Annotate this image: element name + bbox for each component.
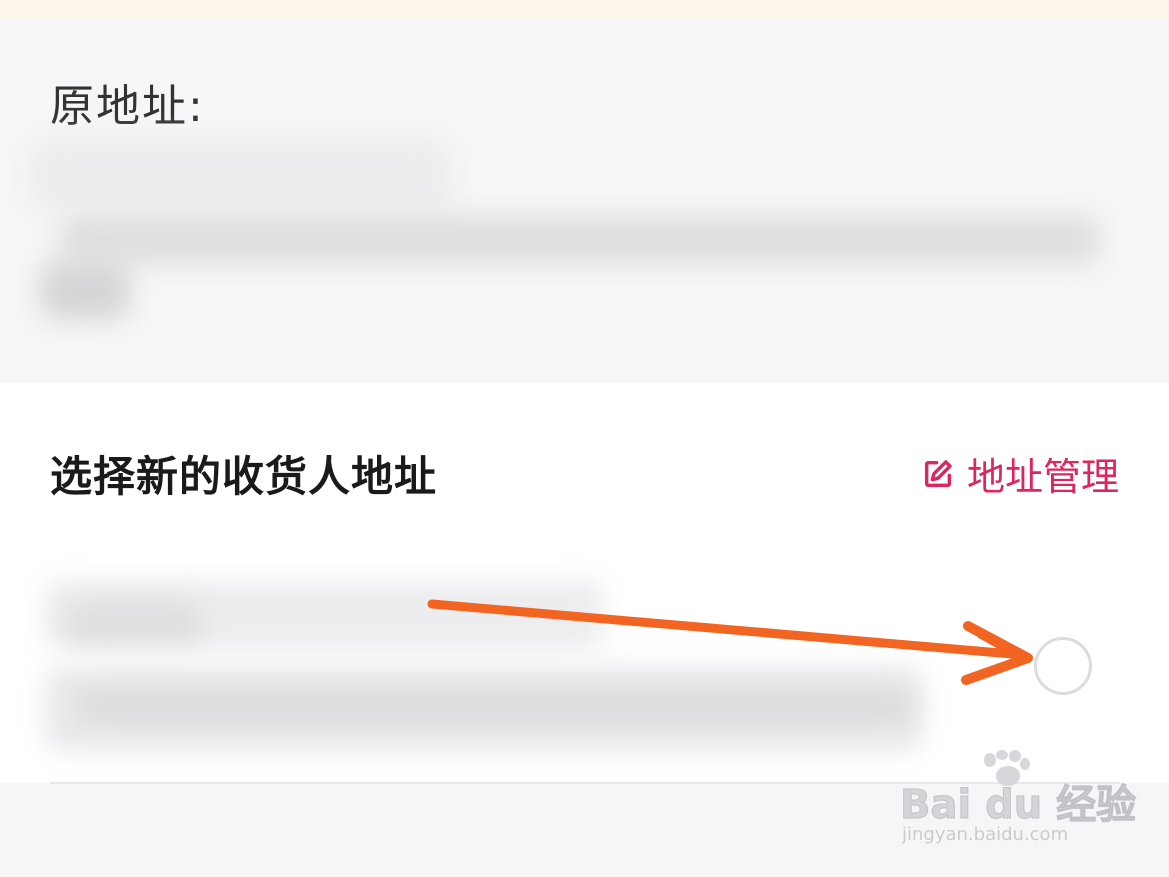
address-manage-button[interactable]: 地址管理 — [921, 446, 1119, 501]
watermark-brand: Bai du 经验 — [899, 782, 1137, 829]
address-select-radio[interactable] — [1034, 637, 1092, 695]
select-address-heading: 选择新的收货人地址 — [50, 452, 438, 501]
top-strip — [0, 0, 1169, 18]
baidu-watermark: Bai du 经验 jingyan.baidu.com — [899, 750, 1137, 860]
watermark-url: jingyan.baidu.com — [902, 824, 1069, 845]
address-manage-label: 地址管理 — [966, 455, 1119, 499]
original-address-heading: 原地址: — [50, 81, 205, 132]
address-list-item[interactable] — [44, 570, 1120, 760]
edit-icon — [924, 459, 952, 487]
